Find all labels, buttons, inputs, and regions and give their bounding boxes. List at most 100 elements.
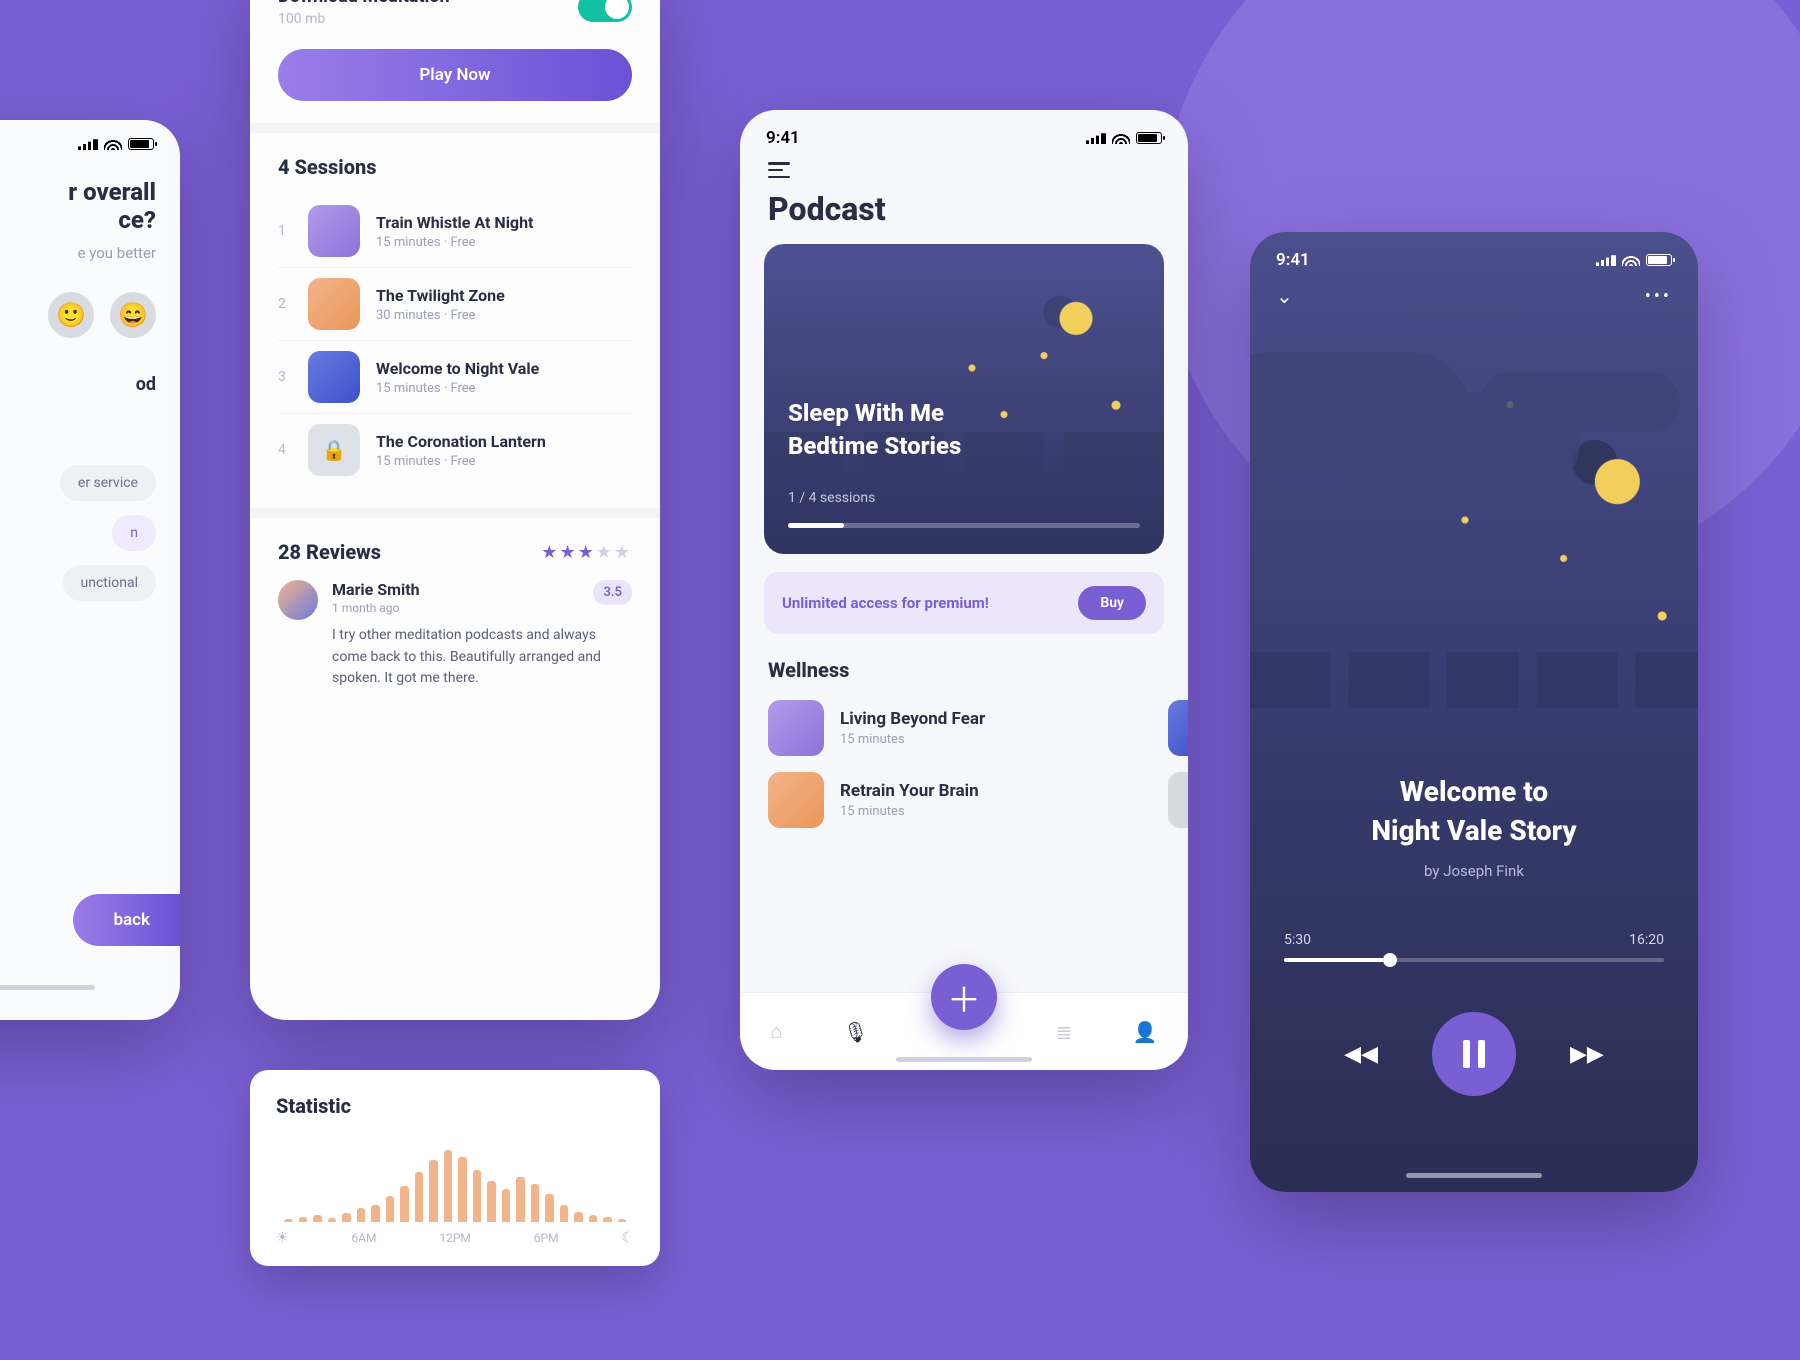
avatar	[278, 580, 318, 620]
feedback-section-label: od	[0, 374, 156, 395]
wifi-icon	[104, 138, 122, 150]
tab-mic-icon[interactable]: 🎙	[843, 1020, 868, 1044]
battery-icon	[1136, 132, 1162, 144]
time-total: 16:20	[1629, 932, 1664, 948]
submit-feedback-button[interactable]: back	[73, 894, 180, 946]
podcast-screen: 9:41 Podcast Sleep With MeBedtime Storie…	[740, 110, 1188, 1070]
play-now-button[interactable]: Play Now	[278, 49, 632, 101]
wellness-meta: 15 minutes	[840, 804, 979, 819]
session-row[interactable]: 2 The Twilight Zone 30 minutes · Free	[278, 268, 632, 341]
feedback-chip[interactable]: unctional	[63, 565, 157, 601]
home-indicator	[1406, 1173, 1542, 1178]
session-row[interactable]: 1 Train Whistle At Night 15 minutes · Fre…	[278, 195, 632, 268]
tab-profile-icon[interactable]: 👤	[1133, 1020, 1158, 1044]
battery-icon	[128, 138, 154, 150]
wifi-icon	[1112, 132, 1130, 144]
status-bar: 9:41	[1250, 232, 1698, 278]
featured-podcast-card[interactable]: Sleep With MeBedtime Stories 1 / 4 sessi…	[764, 244, 1164, 554]
session-index: 4	[278, 442, 292, 458]
wellness-title: Living Beyond Fear	[840, 709, 985, 729]
status-bar: 9:41	[740, 110, 1188, 156]
session-meta: 15 minutes · Free	[376, 381, 539, 396]
emoji-smile-icon[interactable]: 🙂	[48, 292, 94, 338]
peek-thumb-icon	[1168, 700, 1188, 756]
wellness-row[interactable]: Retrain Your Brain 15 minutes	[740, 764, 1188, 836]
peek-thumb-icon	[1168, 772, 1188, 828]
axis-label: 6AM	[351, 1231, 376, 1245]
hero-title: Sleep With MeBedtime Stories	[788, 397, 961, 462]
sessions-heading: 4 Sessions	[278, 155, 632, 179]
buy-button[interactable]: Buy	[1078, 586, 1146, 620]
session-row[interactable]: 4 🔒 The Coronation Lantern15 minutes · F…	[278, 414, 632, 486]
home-indicator	[896, 1057, 1032, 1062]
wellness-meta: 15 minutes	[840, 732, 985, 747]
session-meta: 15 minutes · Free	[376, 454, 546, 469]
lock-icon: 🔒	[308, 424, 360, 476]
tab-home-icon[interactable]: ⌂	[770, 1019, 782, 1044]
star-rating: ★★★★★	[541, 542, 632, 563]
status-bar	[0, 120, 180, 158]
download-toggle[interactable]	[578, 0, 632, 22]
menu-icon[interactable]	[768, 162, 790, 178]
cloud-decor-icon	[1250, 352, 1470, 472]
collapse-icon[interactable]: ⌄	[1276, 284, 1293, 308]
session-index: 1	[278, 223, 292, 239]
wellness-title: Retrain Your Brain	[840, 781, 979, 801]
hero-meta: 1 / 4 sessions	[788, 490, 875, 506]
emoji-laugh-icon[interactable]: 😄	[110, 292, 156, 338]
review-time: 1 month ago	[332, 601, 420, 615]
session-title: Welcome to Night Vale	[376, 359, 539, 378]
tab-list-icon[interactable]: ≣	[1055, 1020, 1072, 1044]
player-screen: 9:41 ⌄ ••• Welcome toNight Vale Story by…	[1250, 232, 1698, 1192]
track-title: Welcome toNight Vale Story	[1250, 772, 1698, 850]
session-title: The Twilight Zone	[376, 286, 505, 305]
battery-icon	[1646, 254, 1672, 266]
hero-progress	[788, 523, 1140, 528]
home-indicator	[0, 985, 95, 990]
download-title: Download Meditation	[278, 0, 450, 7]
status-time: 9:41	[766, 128, 800, 148]
signal-icon	[1596, 254, 1616, 266]
playback-progress[interactable]: 5:30 16:20	[1284, 932, 1664, 962]
sun-icon: ☀	[276, 1230, 289, 1246]
review-item: Marie Smith 1 month ago 3.5 I try other …	[278, 580, 632, 690]
statistic-heading: Statistic	[276, 1094, 634, 1118]
statistic-chart	[276, 1136, 634, 1222]
premium-promo: Unlimited access for premium! Buy	[764, 572, 1164, 634]
download-size: 100 mb	[278, 11, 450, 27]
wellness-heading: Wellness	[740, 634, 1188, 692]
feedback-chip[interactable]: n	[112, 515, 156, 551]
track-author: by Joseph Fink	[1250, 862, 1698, 880]
reviews-heading: 28 Reviews	[278, 540, 381, 564]
pause-button[interactable]	[1432, 1012, 1516, 1096]
forward-button[interactable]: ▶▶	[1570, 1042, 1604, 1067]
reviewer-name: Marie Smith	[332, 580, 420, 599]
wellness-thumb-icon	[768, 772, 824, 828]
progress-bar[interactable]	[1284, 958, 1664, 962]
review-score-badge: 3.5	[593, 580, 632, 605]
session-title: Train Whistle At Night	[376, 213, 533, 232]
wellness-row[interactable]: Living Beyond Fear 15 minutes	[740, 692, 1188, 764]
more-icon[interactable]: •••	[1645, 286, 1672, 307]
session-index: 2	[278, 296, 292, 312]
session-row[interactable]: 3 Welcome to Night Vale 15 minutes · Free	[278, 341, 632, 414]
session-thumb-icon	[308, 351, 360, 403]
add-fab-button[interactable]: ＋	[931, 964, 997, 1030]
time-elapsed: 5:30	[1284, 932, 1311, 948]
wellness-thumb-icon	[768, 700, 824, 756]
session-index: 3	[278, 369, 292, 385]
session-meta: 15 minutes · Free	[376, 235, 533, 250]
review-text: I try other meditation podcasts and alwa…	[332, 625, 632, 690]
axis-label: 6PM	[534, 1231, 559, 1245]
statistic-axis: ☀ 6AM 12PM 6PM ☾	[276, 1230, 634, 1246]
rating-emojis: 🙂 😄	[0, 292, 156, 338]
status-time: 9:41	[1276, 250, 1310, 270]
rewind-button[interactable]: ◀◀	[1344, 1042, 1378, 1067]
session-meta: 30 minutes · Free	[376, 308, 505, 323]
sessions-screen: Download Meditation 100 mb Play Now 4 Se…	[250, 0, 660, 1020]
session-thumb-icon	[308, 278, 360, 330]
feedback-subtext: e you better	[0, 244, 156, 262]
signal-icon	[78, 138, 98, 150]
feedback-chip[interactable]: er service	[60, 465, 156, 501]
skyline-decor-icon	[1250, 652, 1698, 708]
